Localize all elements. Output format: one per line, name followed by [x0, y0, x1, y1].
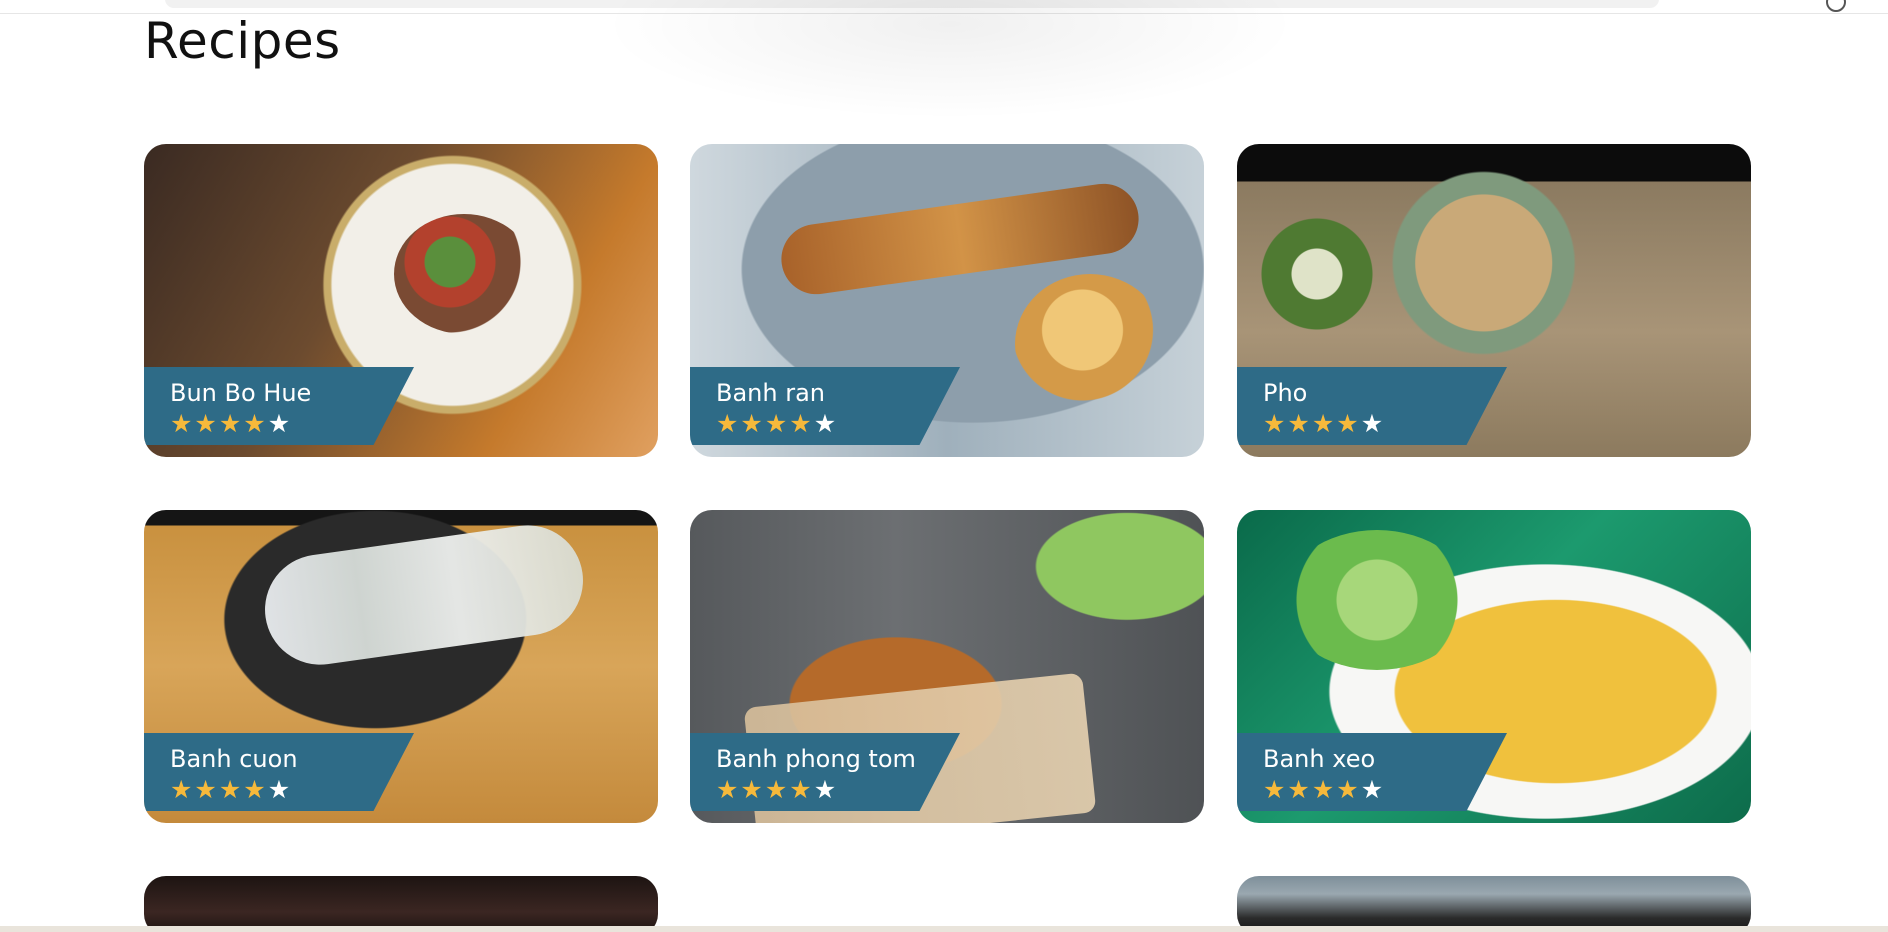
recipe-card[interactable]: [144, 876, 658, 932]
header-shadow: [600, 0, 1300, 120]
star-icon: ★: [1311, 409, 1337, 438]
star-icon: ★: [243, 409, 268, 438]
recipe-label: Bun Bo Hue ★★★★★: [144, 367, 414, 445]
user-icon[interactable]: [1826, 0, 1846, 12]
star-icon: ★: [194, 775, 219, 804]
recipe-photo: [144, 876, 658, 932]
page-title: Recipes: [144, 12, 341, 70]
recipe-label: Banh cuon ★★★★★: [144, 733, 414, 811]
recipe-card[interactable]: [1237, 876, 1751, 932]
star-icon: ★: [170, 775, 195, 804]
star-icon: ★: [218, 409, 244, 438]
star-icon: ★: [764, 409, 790, 438]
recipe-name: Pho: [1263, 379, 1308, 407]
star-icon: ★: [716, 775, 741, 804]
star-icon: ★: [243, 775, 268, 804]
star-icon: ★: [1287, 409, 1312, 438]
recipe-name: Banh phong tom: [716, 745, 916, 773]
recipe-rating: ★★★★★: [1263, 777, 1385, 802]
star-icon: ★: [764, 775, 790, 804]
star-icon: ★: [1360, 409, 1386, 438]
recipe-name: Banh cuon: [170, 745, 298, 773]
star-icon: ★: [716, 409, 741, 438]
search-bar[interactable]: [165, 0, 1659, 8]
recipe-card[interactable]: Pho ★★★★★: [1237, 144, 1751, 457]
star-icon: ★: [1287, 775, 1312, 804]
recipe-name: Banh xeo: [1263, 745, 1376, 773]
star-icon: ★: [1336, 775, 1361, 804]
recipe-rating: ★★★★★: [170, 777, 292, 802]
star-icon: ★: [1311, 775, 1337, 804]
star-icon: ★: [170, 409, 195, 438]
recipe-label: Pho ★★★★★: [1237, 367, 1507, 445]
recipe-rating: ★★★★★: [716, 777, 838, 802]
star-icon: ★: [789, 775, 814, 804]
star-icon: ★: [740, 409, 765, 438]
star-icon: ★: [1336, 409, 1361, 438]
recipe-label: Banh xeo ★★★★★: [1237, 733, 1507, 811]
recipe-card[interactable]: Banh cuon ★★★★★: [144, 510, 658, 823]
recipe-card[interactable]: Banh ran ★★★★★: [690, 144, 1204, 457]
recipe-photo: [1237, 876, 1751, 932]
star-icon: ★: [1263, 775, 1288, 804]
star-icon: ★: [813, 775, 839, 804]
recipe-card[interactable]: Banh phong tom ★★★★★: [690, 510, 1204, 823]
recipe-rating: ★★★★★: [716, 411, 838, 436]
star-icon: ★: [1263, 409, 1288, 438]
star-icon: ★: [813, 409, 839, 438]
star-icon: ★: [267, 775, 293, 804]
recipe-card[interactable]: Banh xeo ★★★★★: [1237, 510, 1751, 823]
recipe-name: Banh ran: [716, 379, 826, 407]
recipe-label: Banh ran ★★★★★: [690, 367, 960, 445]
star-icon: ★: [789, 409, 814, 438]
star-icon: ★: [194, 409, 219, 438]
star-icon: ★: [740, 775, 765, 804]
recipe-name: Bun Bo Hue: [170, 379, 312, 407]
recipe-card[interactable]: Bun Bo Hue ★★★★★: [144, 144, 658, 457]
star-icon: ★: [267, 409, 293, 438]
recipe-rating: ★★★★★: [170, 411, 292, 436]
bottom-strip: [0, 926, 1888, 932]
recipe-rating: ★★★★★: [1263, 411, 1385, 436]
star-icon: ★: [218, 775, 244, 804]
star-icon: ★: [1360, 775, 1386, 804]
recipe-label: Banh phong tom ★★★★★: [690, 733, 960, 811]
